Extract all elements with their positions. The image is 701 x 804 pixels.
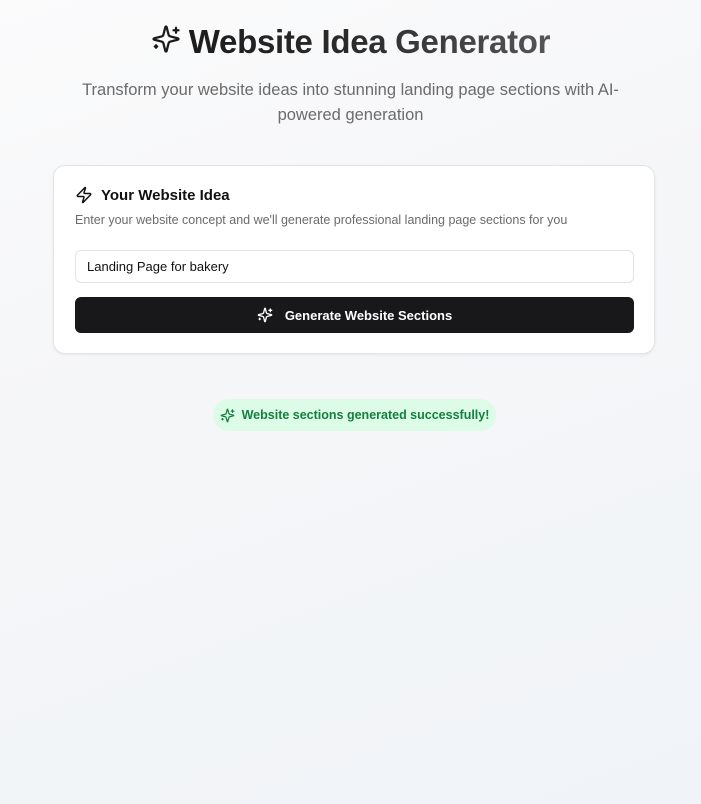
page-title: Website Idea Generator — [188, 23, 551, 60]
card-header: Your Website Idea — [75, 186, 230, 204]
card-description: Enter your website concept and we'll gen… — [75, 213, 568, 227]
success-message: Website sections generated successfully! — [241, 408, 490, 422]
sparkles-icon — [151, 24, 181, 54]
website-idea-input[interactable] — [75, 250, 634, 283]
card-title: Your Website Idea — [101, 186, 230, 204]
website-idea-card: Your Website Idea Enter your website con… — [53, 165, 655, 354]
title-row: Website Idea Generator — [0, 20, 701, 64]
generate-website-sections-button[interactable]: Generate Website Sections — [75, 297, 634, 333]
success-status-badge: Website sections generated successfully! — [213, 399, 496, 431]
sparkles-icon — [257, 307, 273, 323]
sparkles-icon — [220, 408, 235, 423]
zap-icon — [75, 186, 93, 204]
generate-button-label: Generate Website Sections — [284, 307, 453, 323]
page-header: Website Idea Generator Transform your we… — [0, 20, 701, 128]
page-subtitle: Transform your website ideas into stunni… — [82, 81, 619, 124]
